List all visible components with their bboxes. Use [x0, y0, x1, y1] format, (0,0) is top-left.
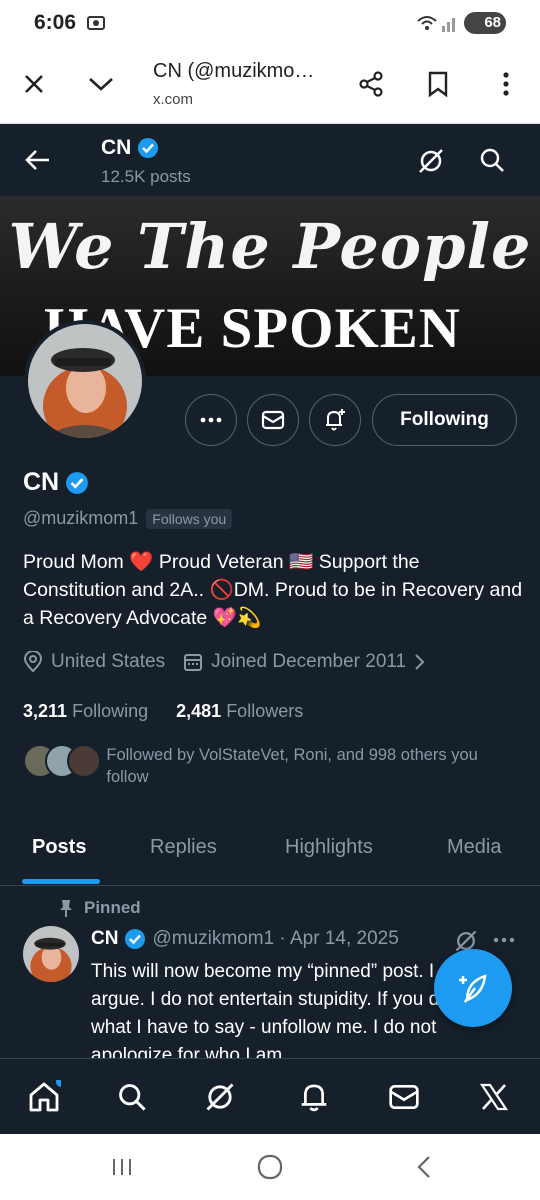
home-circle-icon — [257, 1154, 283, 1180]
compose-feather-icon — [459, 974, 487, 1003]
status-time: 6:06 — [34, 11, 77, 34]
nav-notifications[interactable] — [294, 1077, 334, 1117]
followers-stat-label: Followers — [226, 701, 304, 721]
avatar — [67, 744, 101, 778]
bookmark-icon[interactable] — [420, 66, 456, 102]
profile-top-bar: CN 12.5K posts — [0, 124, 540, 196]
nav-home[interactable] — [24, 1077, 64, 1117]
followers-count: 2,481 — [176, 701, 222, 721]
banner-line-1: We The People — [8, 210, 532, 283]
tweet-author-name[interactable]: CN — [91, 928, 118, 950]
avatar-photo — [28, 324, 142, 438]
more-vert-icon[interactable] — [488, 66, 524, 102]
share-icon[interactable] — [353, 66, 389, 102]
signal-icon — [417, 16, 455, 32]
verified-badge-icon — [66, 471, 89, 494]
mail-icon — [261, 410, 285, 430]
bell-icon — [301, 1084, 327, 1112]
profile-name-row: CN — [23, 468, 89, 497]
followed-by-text: Followed by VolStateVet, Roni, and 998 o… — [106, 746, 478, 786]
pinned-label: Pinned — [84, 898, 141, 917]
browser-toolbar: CN (@muzikmo… x.com — [0, 48, 540, 124]
notify-button[interactable] — [309, 394, 361, 446]
browser-page-title: CN (@muzikmo… — [153, 60, 315, 82]
x-logo-icon — [479, 1083, 509, 1111]
bottom-navigation — [0, 1058, 540, 1134]
tweet-header: CN @muzikmom1 · Apr 14, 2025 — [91, 928, 399, 950]
profile-tabs: Posts Replies Highlights Media — [0, 820, 540, 886]
pinned-label-row: Pinned — [58, 898, 141, 918]
following-button[interactable]: Following — [372, 394, 517, 446]
tweet-avatar-photo — [23, 926, 79, 982]
screen-record-icon — [87, 16, 105, 30]
pin-icon — [60, 900, 72, 917]
chevron-down-icon[interactable] — [83, 66, 119, 102]
calendar-icon — [184, 654, 203, 671]
active-tab-indicator — [22, 879, 100, 884]
tab-replies[interactable]: Replies — [150, 836, 217, 859]
more-horizontal-icon[interactable] — [492, 928, 516, 952]
following-stat[interactable]: 3,211 Following — [23, 701, 148, 722]
profile-joined: Joined December 2011 — [211, 651, 407, 672]
tweet-handle-date: @muzikmom1 · Apr 14, 2025 — [152, 928, 399, 949]
tab-posts[interactable]: Posts — [32, 836, 86, 859]
system-navigation-bar — [0, 1134, 540, 1200]
nav-search[interactable] — [112, 1077, 152, 1117]
header-name-row: CN — [101, 136, 159, 160]
follower-avatars — [23, 744, 102, 778]
profile-meta: United States Joined December 2011 — [23, 651, 426, 673]
recent-apps-icon — [113, 1159, 131, 1175]
chevron-right-icon — [415, 654, 425, 670]
location-item: United States — [23, 651, 165, 673]
home-icon — [29, 1080, 61, 1112]
nav-x[interactable] — [474, 1077, 514, 1117]
header-post-count: 12.5K posts — [101, 167, 191, 186]
profile-name: CN — [23, 468, 60, 496]
following-count: 3,211 — [23, 701, 68, 721]
back-chevron-icon — [417, 1156, 430, 1178]
back-arrow-icon[interactable] — [22, 146, 52, 174]
following-stat-label: Following — [72, 701, 149, 721]
compose-button[interactable] — [434, 949, 512, 1027]
grok-icon[interactable] — [416, 146, 446, 176]
mail-icon — [389, 1085, 419, 1109]
followed-by-row[interactable]: Followed by VolStateVet, Roni, and 998 o… — [23, 744, 523, 788]
tab-highlights[interactable]: Highlights — [285, 836, 373, 859]
battery-level: 68 — [484, 14, 501, 31]
close-icon[interactable] — [16, 66, 52, 102]
more-options-button[interactable] — [185, 394, 237, 446]
verified-badge-icon — [125, 929, 146, 949]
search-icon[interactable] — [478, 146, 506, 174]
joined-item[interactable]: Joined December 2011 — [183, 651, 426, 673]
profile-avatar[interactable] — [24, 320, 146, 442]
followers-stat[interactable]: 2,481 Followers — [176, 701, 303, 722]
browser-url: x.com — [153, 91, 194, 108]
profile-handle-row: @muzikmom1 Follows you — [23, 508, 233, 529]
verified-badge-icon — [138, 138, 159, 158]
profile-handle: @muzikmom1 — [23, 508, 139, 528]
recent-apps-button[interactable] — [102, 1152, 142, 1182]
bell-plus-icon — [326, 409, 345, 431]
tweet-avatar[interactable] — [23, 926, 79, 982]
tab-media[interactable]: Media — [447, 836, 501, 859]
profile-location: United States — [51, 651, 166, 672]
follows-you-badge: Follows you — [146, 508, 233, 529]
header-name: CN — [101, 136, 132, 159]
nav-grok[interactable] — [200, 1077, 240, 1117]
message-button[interactable] — [247, 394, 299, 446]
more-horizontal-icon — [200, 417, 222, 423]
profile-bio: Proud Mom ❤️ Proud Veteran 🇺🇸 Support th… — [23, 551, 523, 629]
location-pin-icon — [23, 651, 43, 673]
battery-icon: 68 — [464, 12, 506, 34]
search-icon — [119, 1084, 146, 1111]
status-bar: 6:06 68 — [0, 0, 540, 48]
nav-messages[interactable] — [384, 1077, 424, 1117]
grok-icon — [206, 1083, 234, 1111]
back-button[interactable] — [404, 1152, 444, 1182]
profile-stats: 3,211 Following 2,481 Followers — [23, 701, 303, 722]
home-button[interactable] — [250, 1152, 290, 1182]
